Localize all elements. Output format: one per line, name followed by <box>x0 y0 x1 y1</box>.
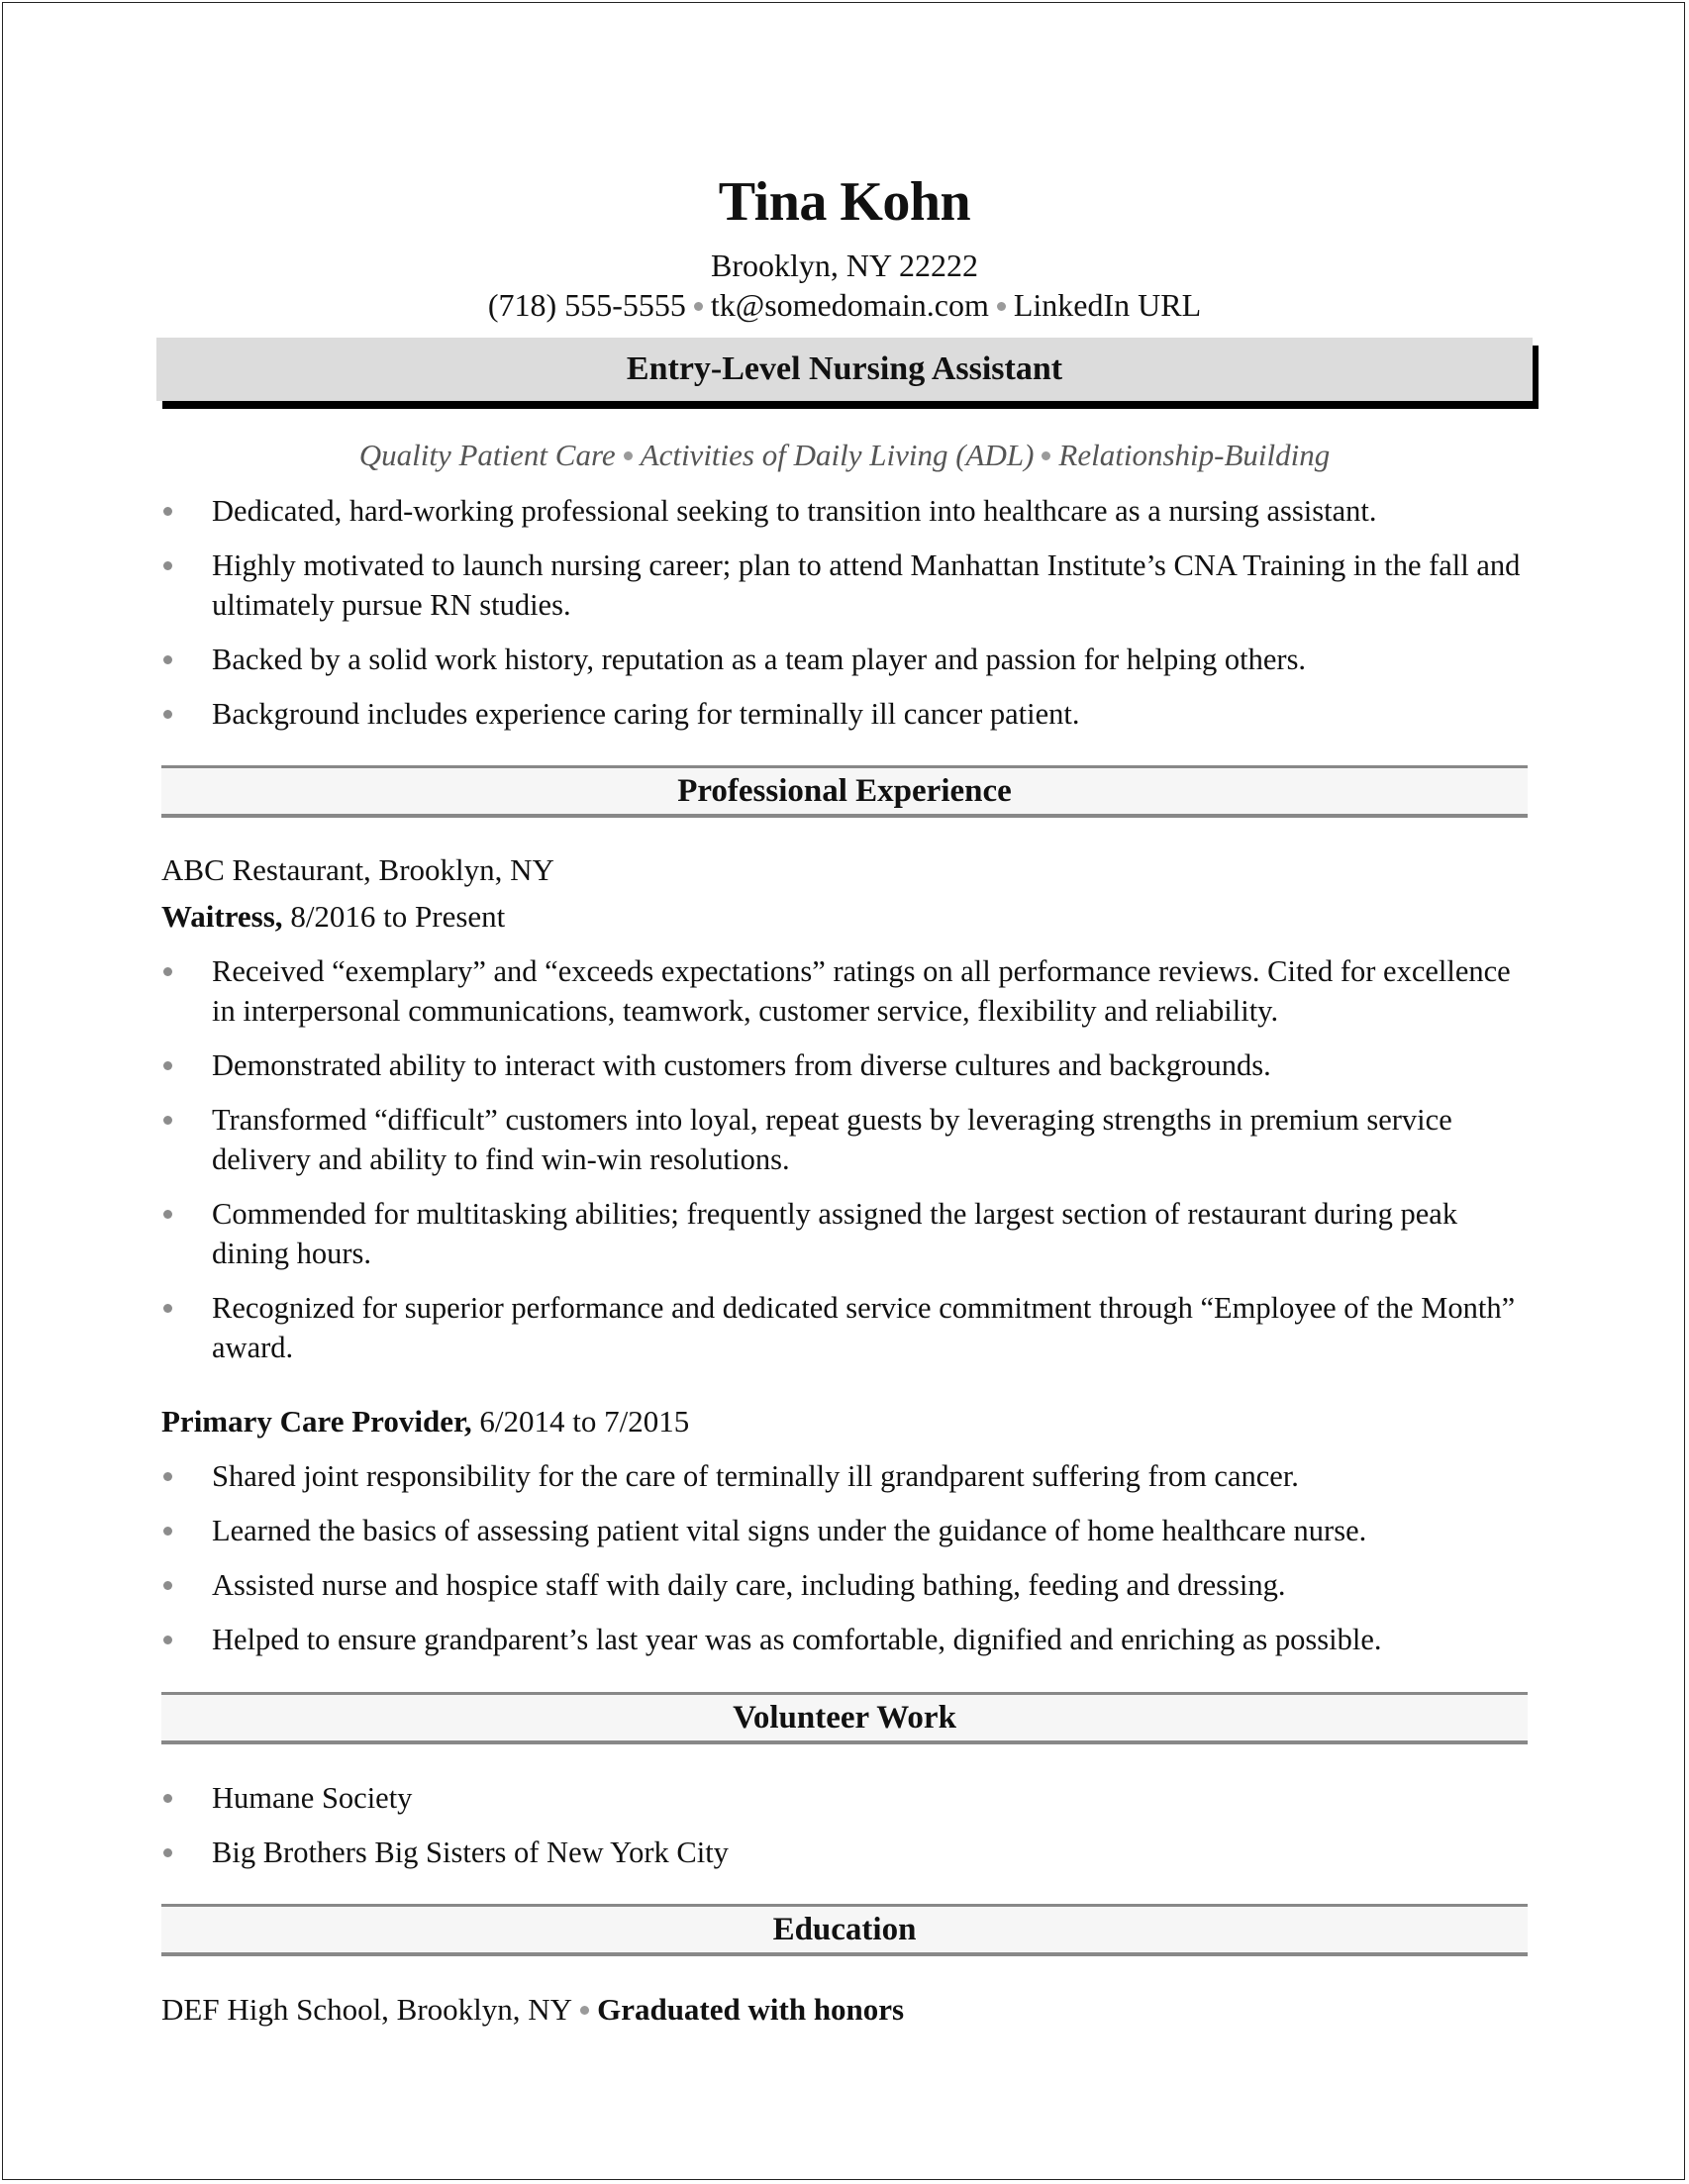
job-bullets: Shared joint responsibility for the care… <box>161 1456 1538 1674</box>
location: Brooklyn, NY 22222 <box>711 248 978 283</box>
bullet-icon <box>163 561 172 570</box>
bullet-icon <box>163 967 172 976</box>
phone: (718) 555-5555 <box>487 287 686 323</box>
section-header-education: Education <box>161 1904 1528 1956</box>
separator-dot-icon <box>693 302 703 312</box>
bullet-icon <box>163 1636 172 1644</box>
list-item: Assisted nurse and hospice staff with da… <box>161 1565 1538 1605</box>
section-header-volunteer: Volunteer Work <box>161 1692 1528 1744</box>
contact-line: (718) 555-5555 tk@somedomain.com LinkedIn … <box>0 287 1689 323</box>
list-item: Commended for multitasking abilities; fr… <box>161 1194 1538 1273</box>
skill: Activities of Daily Living (ADL) <box>640 438 1035 472</box>
candidate-name: Tina Kohn <box>718 171 971 233</box>
list-item: Transformed “difficult” customers into l… <box>161 1100 1538 1179</box>
job-title-line: Waitress, 8/2016 to Present <box>161 897 505 937</box>
skill: Relationship-Building <box>1058 438 1331 472</box>
list-item: Shared joint responsibility for the care… <box>161 1456 1538 1496</box>
bullet-icon <box>163 1210 172 1219</box>
list-item: Highly motivated to launch nursing caree… <box>161 546 1538 625</box>
job-title-line: Primary Care Provider, 6/2014 to 7/2015 <box>161 1402 689 1441</box>
honor: Graduated with honors <box>597 1992 905 2027</box>
list-item: Demonstrated ability to interact with cu… <box>161 1045 1538 1085</box>
bullet-icon <box>163 1581 172 1590</box>
summary-list: Dedicated, hard-working professional see… <box>161 491 1538 748</box>
bullet-icon <box>163 1794 172 1803</box>
separator-dot-icon <box>580 2006 590 2016</box>
separator-dot-icon <box>1042 451 1051 461</box>
bullet-icon <box>163 1116 172 1125</box>
employer: ABC Restaurant, Brooklyn, NY <box>161 852 554 887</box>
email-link[interactable]: tk@somedomain.com <box>711 287 989 323</box>
section-header-experience: Professional Experience <box>161 765 1528 818</box>
list-item: Helped to ensure grandparent’s last year… <box>161 1620 1538 1659</box>
bullet-icon <box>163 1472 172 1481</box>
skills-line: Quality Patient Care Activities of Daily … <box>0 438 1689 473</box>
list-item: Recognized for superior performance and … <box>161 1288 1538 1367</box>
skill: Quality Patient Care <box>358 438 616 472</box>
job-title: Waitress, <box>161 899 283 934</box>
bullet-icon <box>163 1304 172 1313</box>
job-bullets: Received “exemplary” and “exceeds expect… <box>161 951 1538 1382</box>
bullet-icon <box>163 507 172 516</box>
linkedin-link[interactable]: LinkedIn URL <box>1014 287 1201 323</box>
bullet-icon <box>163 1061 172 1070</box>
list-item: Background includes experience caring fo… <box>161 694 1538 734</box>
list-item: Big Brothers Big Sisters of New York Cit… <box>161 1833 1538 1872</box>
education-line: DEF High School, Brooklyn, NY Graduated w… <box>161 1990 904 2030</box>
bullet-icon <box>163 1848 172 1857</box>
list-item: Learned the basics of assessing patient … <box>161 1511 1538 1550</box>
job-dates: 8/2016 to Present <box>282 899 506 934</box>
bullet-icon <box>163 710 172 719</box>
separator-dot-icon <box>623 451 633 461</box>
separator-dot-icon <box>996 302 1006 312</box>
bullet-icon <box>163 655 172 664</box>
bullet-icon <box>163 1527 172 1536</box>
list-item: Dedicated, hard-working professional see… <box>161 491 1538 531</box>
list-item: Received “exemplary” and “exceeds expect… <box>161 951 1538 1031</box>
job-title: Primary Care Provider, <box>161 1404 472 1439</box>
volunteer-list: Humane Society Big Brothers Big Sisters … <box>161 1778 1538 1887</box>
title-banner: Entry-Level Nursing Assistant <box>156 338 1533 401</box>
list-item: Backed by a solid work history, reputati… <box>161 640 1538 679</box>
title-banner-text: Entry-Level Nursing Assistant <box>626 350 1063 387</box>
school: DEF High School, Brooklyn, NY <box>161 1992 573 2027</box>
job-dates: 6/2014 to 7/2015 <box>471 1404 690 1439</box>
list-item: Humane Society <box>161 1778 1538 1818</box>
